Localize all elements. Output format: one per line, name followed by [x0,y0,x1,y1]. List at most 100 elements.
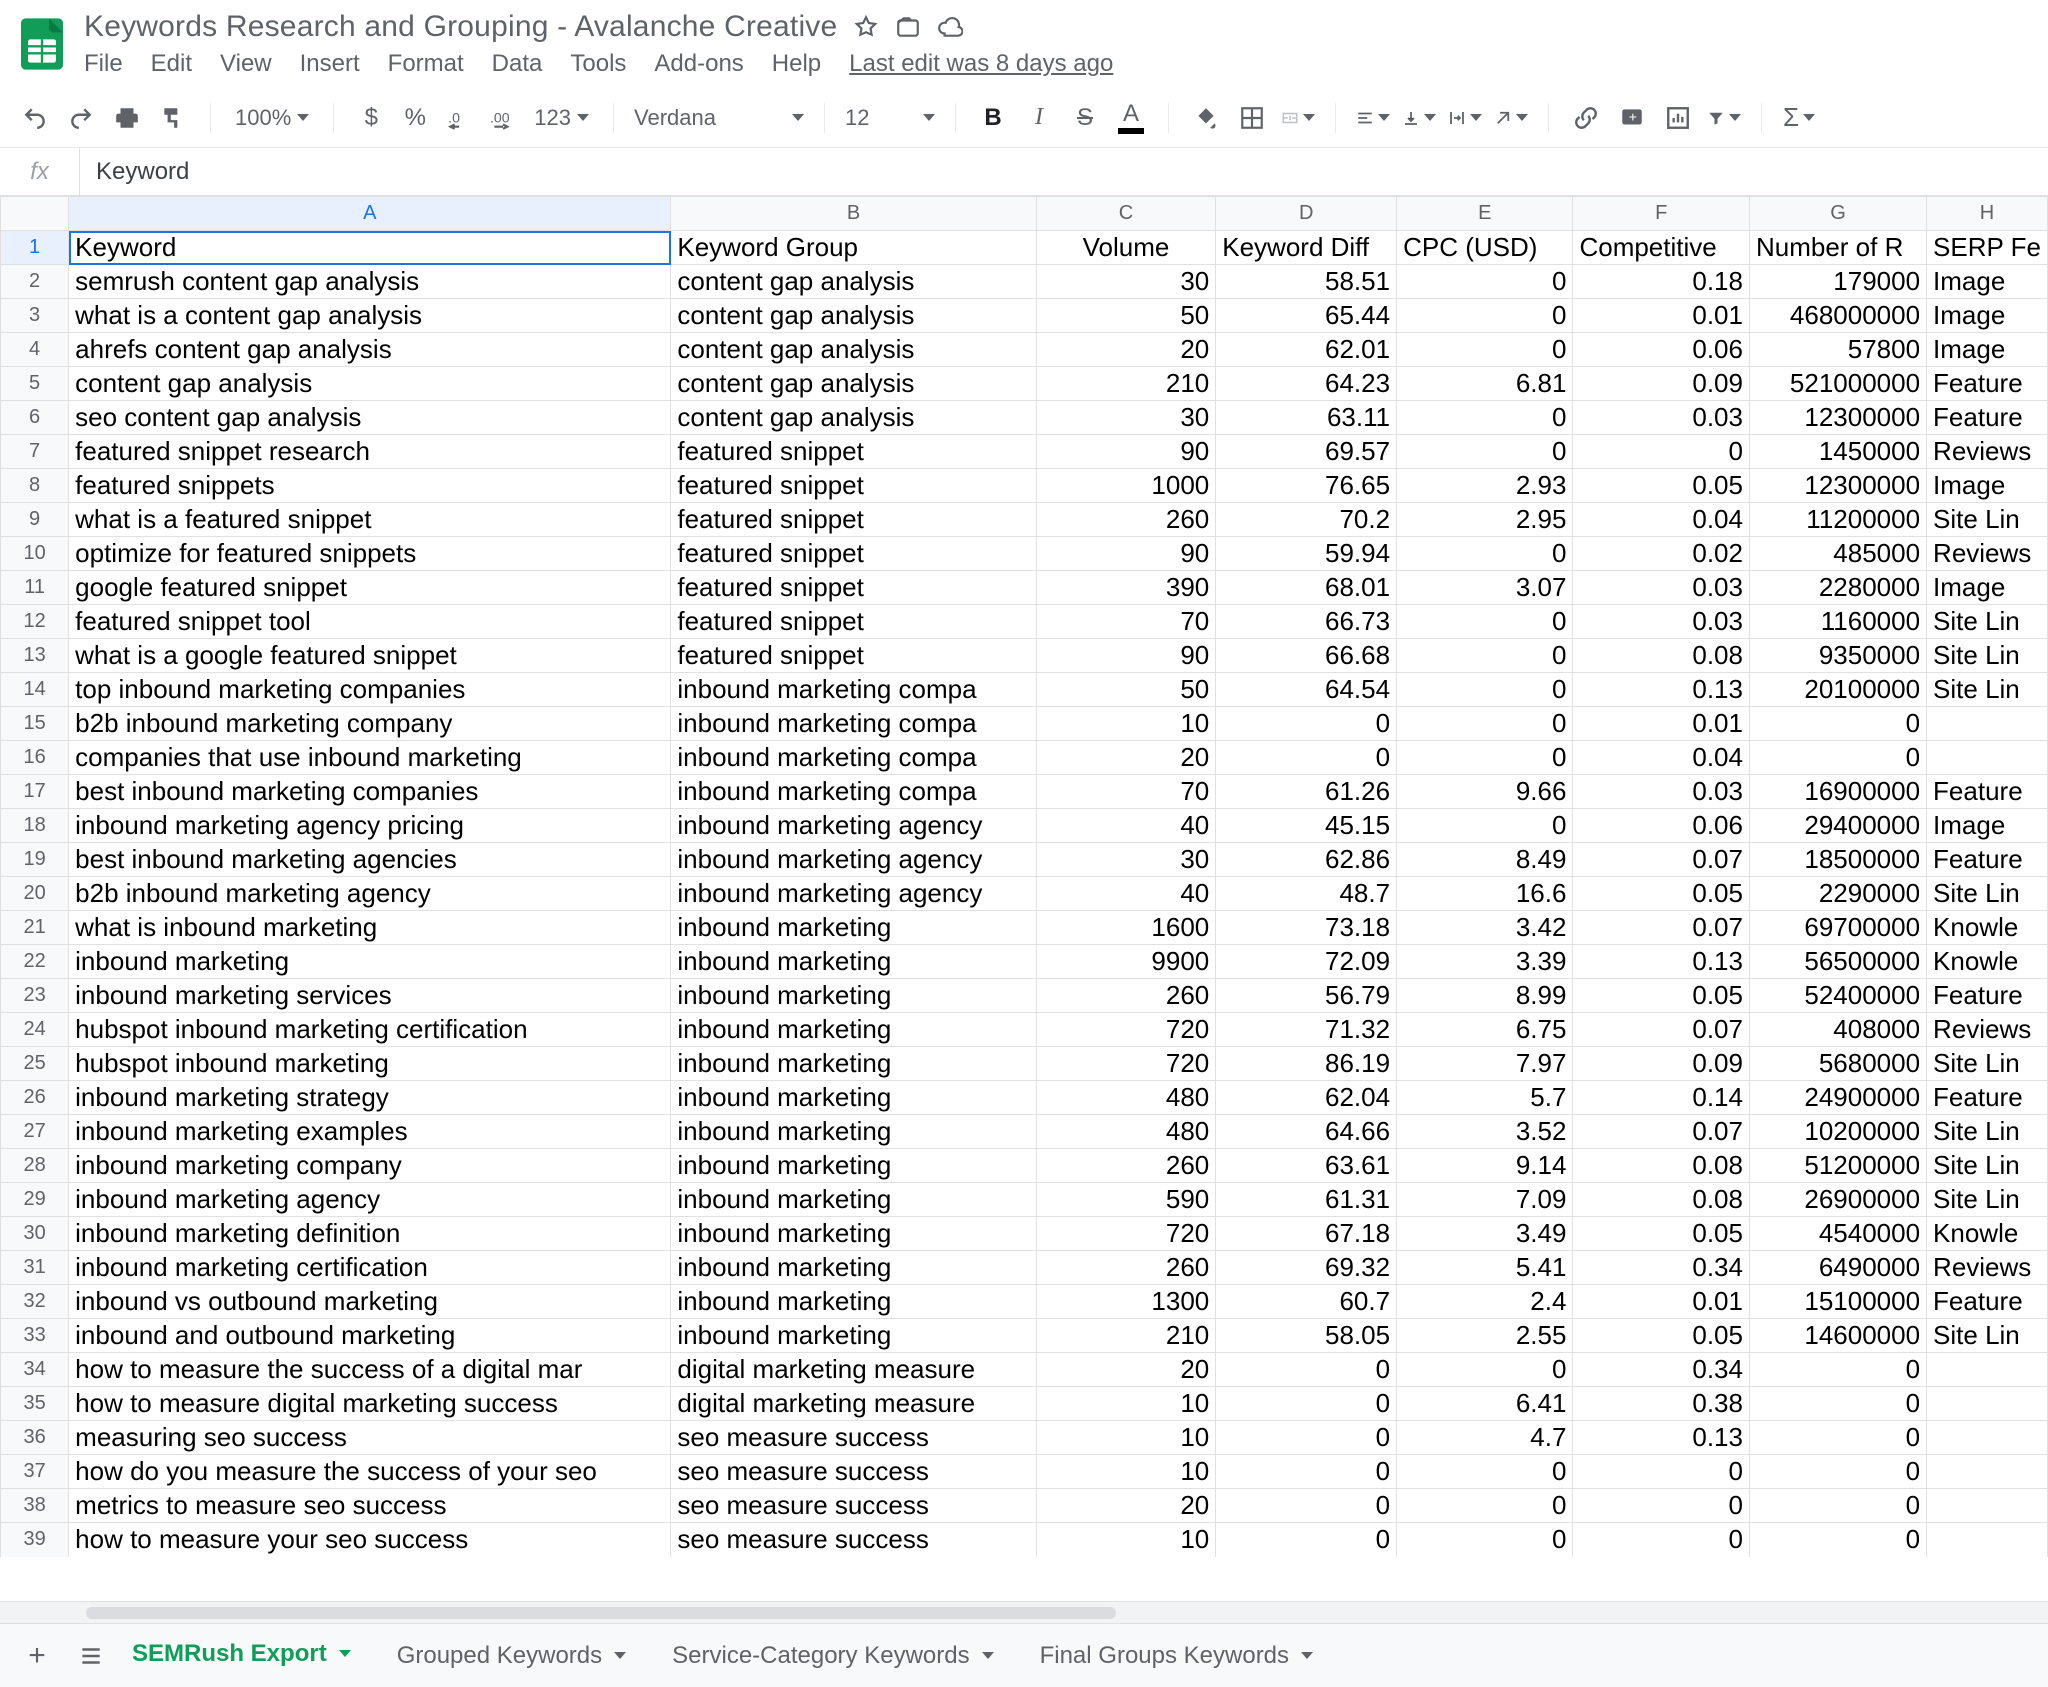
cell[interactable]: 260 [1036,979,1216,1013]
cell[interactable]: 64.54 [1216,673,1397,707]
cell[interactable]: 0 [1397,333,1573,367]
col-header-D[interactable]: D [1216,197,1397,231]
cell[interactable]: optimize for featured snippets [69,537,671,571]
more-formats-select[interactable]: 123 [530,105,593,131]
cell[interactable]: 0 [1216,707,1397,741]
cell[interactable]: inbound marketing [671,1319,1036,1353]
cell[interactable]: 16.6 [1397,877,1573,911]
increase-decimal-button[interactable]: .00 [486,101,520,135]
cell[interactable]: 0 [1397,1523,1573,1557]
table-row[interactable]: 12featured snippet toolfeatured snippet7… [1,605,2048,639]
cell[interactable]: 390 [1036,571,1216,605]
table-row[interactable]: 39how to measure your seo successseo mea… [1,1523,2048,1557]
cell[interactable]: Site Lin [1927,1319,2048,1353]
row-header[interactable]: 18 [1,809,69,843]
cell[interactable]: 51200000 [1749,1149,1926,1183]
cell[interactable]: 90 [1036,537,1216,571]
cell[interactable] [1927,1523,2048,1557]
row-header[interactable]: 29 [1,1183,69,1217]
spreadsheet-grid[interactable]: A B C D E F G H 1KeywordKeyword GroupVol… [0,196,2048,1603]
cell[interactable]: inbound marketing [671,1251,1036,1285]
add-sheet-button[interactable]: + [20,1639,54,1673]
cell[interactable]: 71.32 [1216,1013,1397,1047]
cell[interactable]: inbound marketing [671,945,1036,979]
cell[interactable]: 4540000 [1749,1217,1926,1251]
cell[interactable]: Image [1927,265,2048,299]
table-row[interactable]: 3what is a content gap analysiscontent g… [1,299,2048,333]
table-row[interactable]: 27inbound marketing examplesinbound mark… [1,1115,2048,1149]
row-header[interactable]: 17 [1,775,69,809]
cell[interactable]: semrush content gap analysis [69,265,671,299]
cell[interactable]: 10 [1036,1387,1216,1421]
cell[interactable]: inbound marketing compa [671,741,1036,775]
cell[interactable]: what is inbound marketing [69,911,671,945]
h-align-button[interactable] [1356,101,1390,135]
col-header-E[interactable]: E [1397,197,1573,231]
row-header[interactable]: 23 [1,979,69,1013]
row-header[interactable]: 12 [1,605,69,639]
table-row[interactable]: 17best inbound marketing companiesinboun… [1,775,2048,809]
cell[interactable] [1927,1387,2048,1421]
cell[interactable]: 0 [1749,1421,1926,1455]
cell[interactable]: 0 [1749,1353,1926,1387]
cell[interactable]: 66.68 [1216,639,1397,673]
cell[interactable]: 18500000 [1749,843,1926,877]
cell[interactable]: Feature [1927,1285,2048,1319]
table-row[interactable]: 22inbound marketinginbound marketing9900… [1,945,2048,979]
col-header-C[interactable]: C [1036,197,1216,231]
row-header[interactable]: 27 [1,1115,69,1149]
cell[interactable]: 0 [1216,1353,1397,1387]
row-header[interactable]: 31 [1,1251,69,1285]
menu-format[interactable]: Format [388,50,464,78]
merge-button[interactable] [1281,101,1315,135]
table-row[interactable]: 34how to measure the success of a digita… [1,1353,2048,1387]
cell[interactable]: 0 [1397,265,1573,299]
cell[interactable]: 0.05 [1573,469,1750,503]
cell[interactable] [1927,1353,2048,1387]
row-header[interactable]: 22 [1,945,69,979]
cell[interactable]: inbound marketing [69,945,671,979]
cell[interactable]: Keyword [69,231,671,265]
cell[interactable]: 521000000 [1749,367,1926,401]
cell[interactable]: 70.2 [1216,503,1397,537]
cell[interactable]: 73.18 [1216,911,1397,945]
font-select[interactable]: Verdana [634,105,804,131]
cell[interactable]: 0.14 [1573,1081,1750,1115]
table-row[interactable]: 24hubspot inbound marketing certificatio… [1,1013,2048,1047]
cell[interactable]: 10 [1036,707,1216,741]
cell[interactable]: 2.93 [1397,469,1573,503]
table-row[interactable]: 23inbound marketing servicesinbound mark… [1,979,2048,1013]
row-header[interactable]: 7 [1,435,69,469]
cell[interactable]: 0 [1749,1523,1926,1557]
table-row[interactable]: 9what is a featured snippetfeatured snip… [1,503,2048,537]
cell[interactable]: Site Lin [1927,1047,2048,1081]
cell[interactable]: 62.01 [1216,333,1397,367]
table-row[interactable]: 29inbound marketing agencyinbound market… [1,1183,2048,1217]
cell[interactable]: 50 [1036,299,1216,333]
cell[interactable]: 3.42 [1397,911,1573,945]
cell[interactable]: 63.11 [1216,401,1397,435]
table-row[interactable]: 13what is a google featured snippetfeatu… [1,639,2048,673]
sheet-tab[interactable]: Grouped Keywords [393,1628,630,1684]
cell[interactable]: 0.03 [1573,605,1750,639]
row-header[interactable]: 2 [1,265,69,299]
table-row[interactable]: 33inbound and outbound marketinginbound … [1,1319,2048,1353]
cell[interactable]: 0.13 [1573,673,1750,707]
cell[interactable]: Feature [1927,367,2048,401]
paint-format-icon[interactable] [156,101,190,135]
cell[interactable]: 0.18 [1573,265,1750,299]
col-header-G[interactable]: G [1749,197,1926,231]
cell[interactable]: 12300000 [1749,469,1926,503]
cell[interactable]: inbound marketing [671,1047,1036,1081]
cell[interactable]: Knowle [1927,1217,2048,1251]
cell[interactable]: inbound marketing company [69,1149,671,1183]
cell[interactable]: 0.13 [1573,945,1750,979]
cell[interactable]: 480 [1036,1081,1216,1115]
cell[interactable]: 0 [1216,1421,1397,1455]
cell[interactable]: 64.23 [1216,367,1397,401]
cell[interactable]: 6.41 [1397,1387,1573,1421]
table-row[interactable]: 26inbound marketing strategyinbound mark… [1,1081,2048,1115]
filter-icon[interactable] [1707,101,1741,135]
cell[interactable]: 3.49 [1397,1217,1573,1251]
cell[interactable]: 0 [1216,1489,1397,1523]
